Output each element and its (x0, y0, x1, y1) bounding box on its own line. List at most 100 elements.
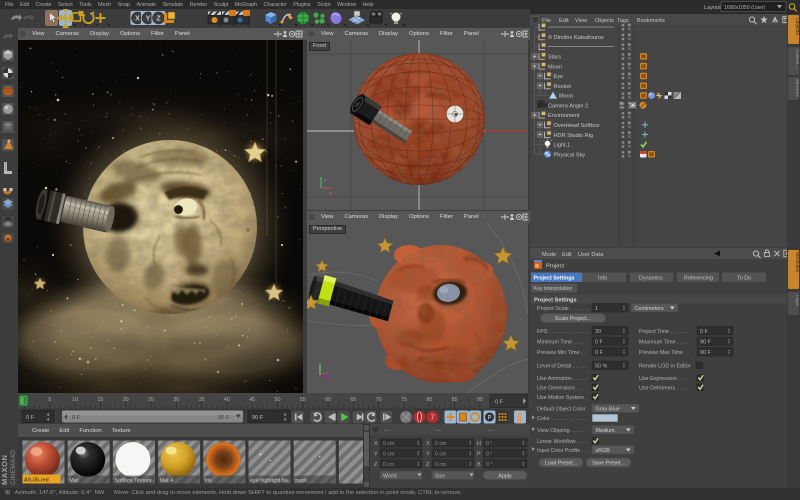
svg-text:P: P (487, 416, 491, 422)
svg-text:Objects: Objects (595, 18, 614, 24)
svg-text:Y: Y (146, 16, 151, 23)
svg-text:50 %: 50 % (595, 363, 607, 369)
svg-text:X: X (426, 441, 430, 447)
svg-text:7: 7 (431, 415, 435, 422)
svg-text:Centimeters: Centimeters (635, 306, 664, 312)
svg-text:Moon: Moon (548, 64, 562, 70)
svg-text:0 cm: 0 cm (435, 451, 446, 457)
svg-text:0 F: 0 F (26, 415, 35, 421)
svg-text:Info: Info (598, 276, 607, 282)
svg-text:Preview Min Time . .: Preview Min Time . . (537, 350, 586, 356)
svg-text:Environment: Environment (548, 113, 580, 119)
svg-text:10: 10 (72, 397, 78, 403)
svg-text:Default Object Color .: Default Object Color . (537, 406, 589, 412)
svg-text:0 cm: 0 cm (383, 441, 394, 447)
svg-text:eye highlight ba: eye highlight ba (250, 478, 288, 484)
svg-text:Project Scale . . . . . . .: Project Scale . . . . . . . (537, 306, 590, 312)
svg-text:90 F: 90 F (700, 350, 711, 356)
svg-text:Save Preset...: Save Preset... (592, 461, 625, 467)
svg-text:0 °: 0 ° (486, 441, 492, 447)
svg-text:Iris: Iris (205, 478, 212, 484)
svg-text:© Dimitris Katsafouros: © Dimitris Katsafouros (548, 34, 604, 41)
svg-text:—: — (488, 428, 494, 434)
svg-text:—: — (436, 428, 442, 434)
svg-text:Linear Workflow . . . .: Linear Workflow . . . . (537, 439, 588, 445)
svg-text:Preview Max Time . .: Preview Max Time . . (639, 350, 689, 356)
svg-text:Size: Size (435, 474, 445, 480)
svg-text:Physical Sky: Physical Sky (554, 152, 586, 158)
svg-text:AS-05-red: AS-05-red (24, 478, 49, 484)
svg-text:Apply: Apply (498, 474, 512, 480)
svg-text:B: B (477, 462, 481, 468)
svg-text:Light.1: Light.1 (554, 143, 571, 149)
svg-text:0 cm: 0 cm (383, 462, 394, 468)
svg-text:Medium: Medium (596, 428, 616, 434)
svg-text:Edit: Edit (562, 252, 572, 258)
svg-text:Bookmarks: Bookmarks (637, 18, 665, 24)
svg-text:5: 5 (48, 397, 51, 403)
svg-text:Scale Project...: Scale Project... (555, 316, 591, 322)
svg-text:60: 60 (325, 397, 331, 403)
svg-text:1: 1 (595, 306, 598, 312)
svg-text:Y: Y (426, 451, 430, 457)
svg-text:H: H (477, 441, 481, 447)
svg-text:Project Settings: Project Settings (534, 276, 575, 282)
svg-text:Minimum Time . . . .: Minimum Time . . . . (537, 339, 584, 345)
svg-text:Dynamics: Dynamics (639, 276, 663, 282)
svg-text:45: 45 (249, 397, 255, 403)
svg-text:0 cm: 0 cm (435, 441, 446, 447)
svg-text:Softbox Texture: Softbox Texture (114, 478, 151, 484)
svg-text:Y: Y (374, 451, 378, 457)
svg-text:1680x1050 (User): 1680x1050 (User) (724, 5, 766, 11)
svg-text:Eye: Eye (554, 74, 564, 80)
svg-text:85: 85 (452, 397, 458, 403)
svg-text:Use Expression . . . .: Use Expression . . . . (639, 376, 689, 382)
svg-text:Mat.4: Mat.4 (160, 478, 173, 484)
svg-text:0 F: 0 F (72, 415, 81, 421)
svg-text:View: View (575, 18, 588, 24)
svg-text:Project: Project (546, 264, 564, 270)
svg-text:0 °: 0 ° (486, 462, 492, 468)
svg-text:Attributes: Attributes (794, 252, 800, 273)
svg-text:Project Settings: Project Settings (534, 298, 577, 304)
svg-text:80: 80 (426, 397, 432, 403)
svg-text:90 F: 90 F (252, 415, 264, 421)
svg-text:Use Deformers . . . .: Use Deformers . . . . (639, 385, 687, 391)
svg-text:Tags: Tags (617, 18, 629, 24)
svg-text:50: 50 (275, 397, 281, 403)
svg-text:Structure: Structure (795, 79, 800, 97)
svg-text:FPS . . . . . . . . . . . . .: FPS . . . . . . . . . . . . . . (537, 329, 589, 335)
svg-text:Key Interpolation: Key Interpolation (534, 286, 573, 292)
svg-text:90 F: 90 F (700, 339, 711, 345)
svg-text:Y: Y (324, 178, 327, 183)
svg-text:X: X (374, 441, 378, 447)
svg-text:Layer: Layer (795, 295, 800, 307)
svg-text:Mode: Mode (542, 252, 556, 258)
svg-text:15: 15 (97, 397, 103, 403)
svg-text:Use Generators . . . .: Use Generators . . . . (537, 385, 587, 391)
svg-text:Load Preset...: Load Preset... (545, 461, 577, 467)
svg-text:Moon: Moon (559, 94, 573, 100)
svg-text:70: 70 (376, 397, 382, 403)
svg-text:Z: Z (156, 16, 161, 23)
svg-text:sRGB: sRGB (596, 448, 611, 454)
svg-text:File: File (542, 18, 551, 24)
svg-text:0 F: 0 F (495, 400, 504, 406)
svg-text:Gray-Blue: Gray-Blue (596, 406, 620, 412)
svg-text:Referencing: Referencing (684, 276, 713, 282)
svg-text:Use Motion System .: Use Motion System . (537, 395, 587, 401)
svg-text:0 F: 0 F (700, 329, 708, 335)
svg-text:Project Time . . . . . .: Project Time . . . . . . (639, 329, 687, 335)
svg-text:Input Color Profile . .: Input Color Profile . . (537, 448, 586, 454)
svg-text:World: World (383, 474, 397, 480)
svg-text:20: 20 (123, 397, 129, 403)
svg-text:View Clipping . . . . . .: View Clipping . . . . . . (537, 428, 588, 434)
svg-text:65: 65 (350, 397, 356, 403)
svg-text:OverHead Softbox: OverHead Softbox (554, 123, 600, 129)
svg-text:Render LOD in Editor: Render LOD in Editor (639, 363, 691, 369)
svg-text:Camera Angle 2: Camera Angle 2 (548, 103, 588, 109)
svg-text:Rocket: Rocket (554, 84, 572, 90)
svg-text:0 F: 0 F (595, 350, 603, 356)
svg-text:Maximum Time . . . .: Maximum Time . . . . (639, 339, 688, 345)
svg-text:Color . . . . . . . . . . . .: Color . . . . . . . . . . . . (537, 416, 586, 422)
